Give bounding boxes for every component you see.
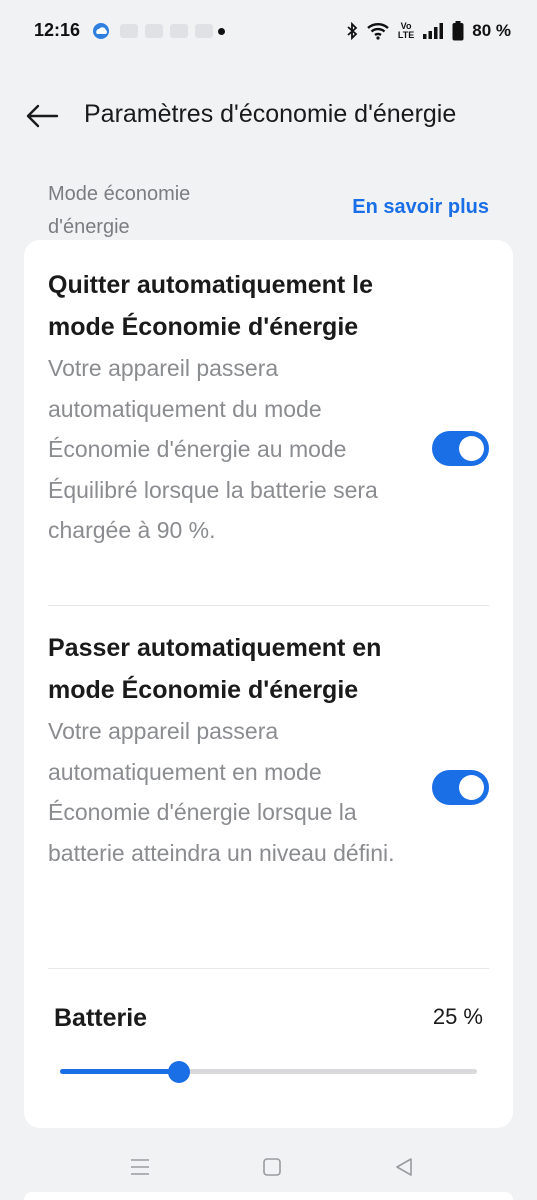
toggle-knob bbox=[459, 436, 484, 461]
notification-icon bbox=[195, 24, 213, 38]
setting-description: Votre appareil passera automatiquement d… bbox=[48, 355, 378, 543]
battery-slider[interactable] bbox=[60, 1061, 477, 1083]
app-bar: Paramètres d'économie d'énergie bbox=[0, 88, 537, 144]
setting-title: Quitter automatiquement le mode Économie… bbox=[48, 271, 374, 341]
battery-value: 25 % bbox=[432, 1004, 483, 1029]
next-card-edge bbox=[24, 1192, 513, 1200]
volte-bottom-label: LTE bbox=[397, 30, 415, 40]
notification-icon bbox=[145, 24, 163, 38]
bluetooth-icon bbox=[347, 22, 358, 40]
notification-icon bbox=[120, 24, 138, 38]
home-icon bbox=[263, 1158, 281, 1176]
back-button[interactable] bbox=[22, 98, 62, 134]
volte-indicator: Vo LTE bbox=[398, 22, 414, 40]
home-button[interactable] bbox=[252, 1152, 292, 1182]
auto-exit-toggle[interactable] bbox=[432, 431, 489, 466]
learn-more-link[interactable]: En savoir plus bbox=[352, 196, 489, 219]
notification-icons bbox=[120, 24, 213, 38]
setting-description: Votre appareil passera automatiquement e… bbox=[48, 718, 395, 866]
status-bar: 12:16 Vo LTE 80 % bbox=[0, 0, 537, 64]
battery-percent: 80 % bbox=[472, 21, 511, 40]
recent-apps-button[interactable] bbox=[120, 1152, 160, 1182]
wifi-icon bbox=[367, 23, 389, 40]
page-title: Paramètres d'économie d'énergie bbox=[84, 100, 457, 128]
signal-icon bbox=[423, 23, 444, 39]
section-label: Mode économie d'énergie bbox=[48, 183, 191, 238]
setting-title: Passer automatiquement en mode Économie … bbox=[48, 634, 382, 704]
more-notifications-dot bbox=[218, 28, 225, 35]
setting-auto-exit-row[interactable]: Quitter automatiquement le mode Économie… bbox=[48, 264, 489, 551]
settings-card: Quitter automatiquement le mode Économie… bbox=[24, 240, 513, 1128]
back-nav-button[interactable] bbox=[384, 1152, 424, 1182]
divider bbox=[48, 605, 489, 606]
battery-label: Batterie bbox=[54, 1004, 148, 1032]
toggle-knob bbox=[459, 775, 484, 800]
back-triangle-icon bbox=[396, 1158, 412, 1176]
auto-enable-toggle[interactable] bbox=[432, 770, 489, 805]
menu-icon bbox=[131, 1159, 149, 1175]
back-arrow-icon bbox=[26, 104, 59, 128]
status-icons: Vo LTE 80 % bbox=[346, 18, 511, 44]
navigation-bar bbox=[0, 1140, 537, 1196]
weather-icon bbox=[92, 22, 112, 45]
slider-fill bbox=[60, 1069, 180, 1074]
slider-thumb[interactable] bbox=[168, 1061, 191, 1083]
status-time: 12:16 bbox=[34, 20, 81, 40]
notification-icon bbox=[170, 24, 188, 38]
battery-icon bbox=[452, 21, 464, 41]
divider bbox=[48, 968, 489, 969]
setting-auto-enable-row[interactable]: Passer automatiquement en mode Économie … bbox=[48, 627, 489, 873]
